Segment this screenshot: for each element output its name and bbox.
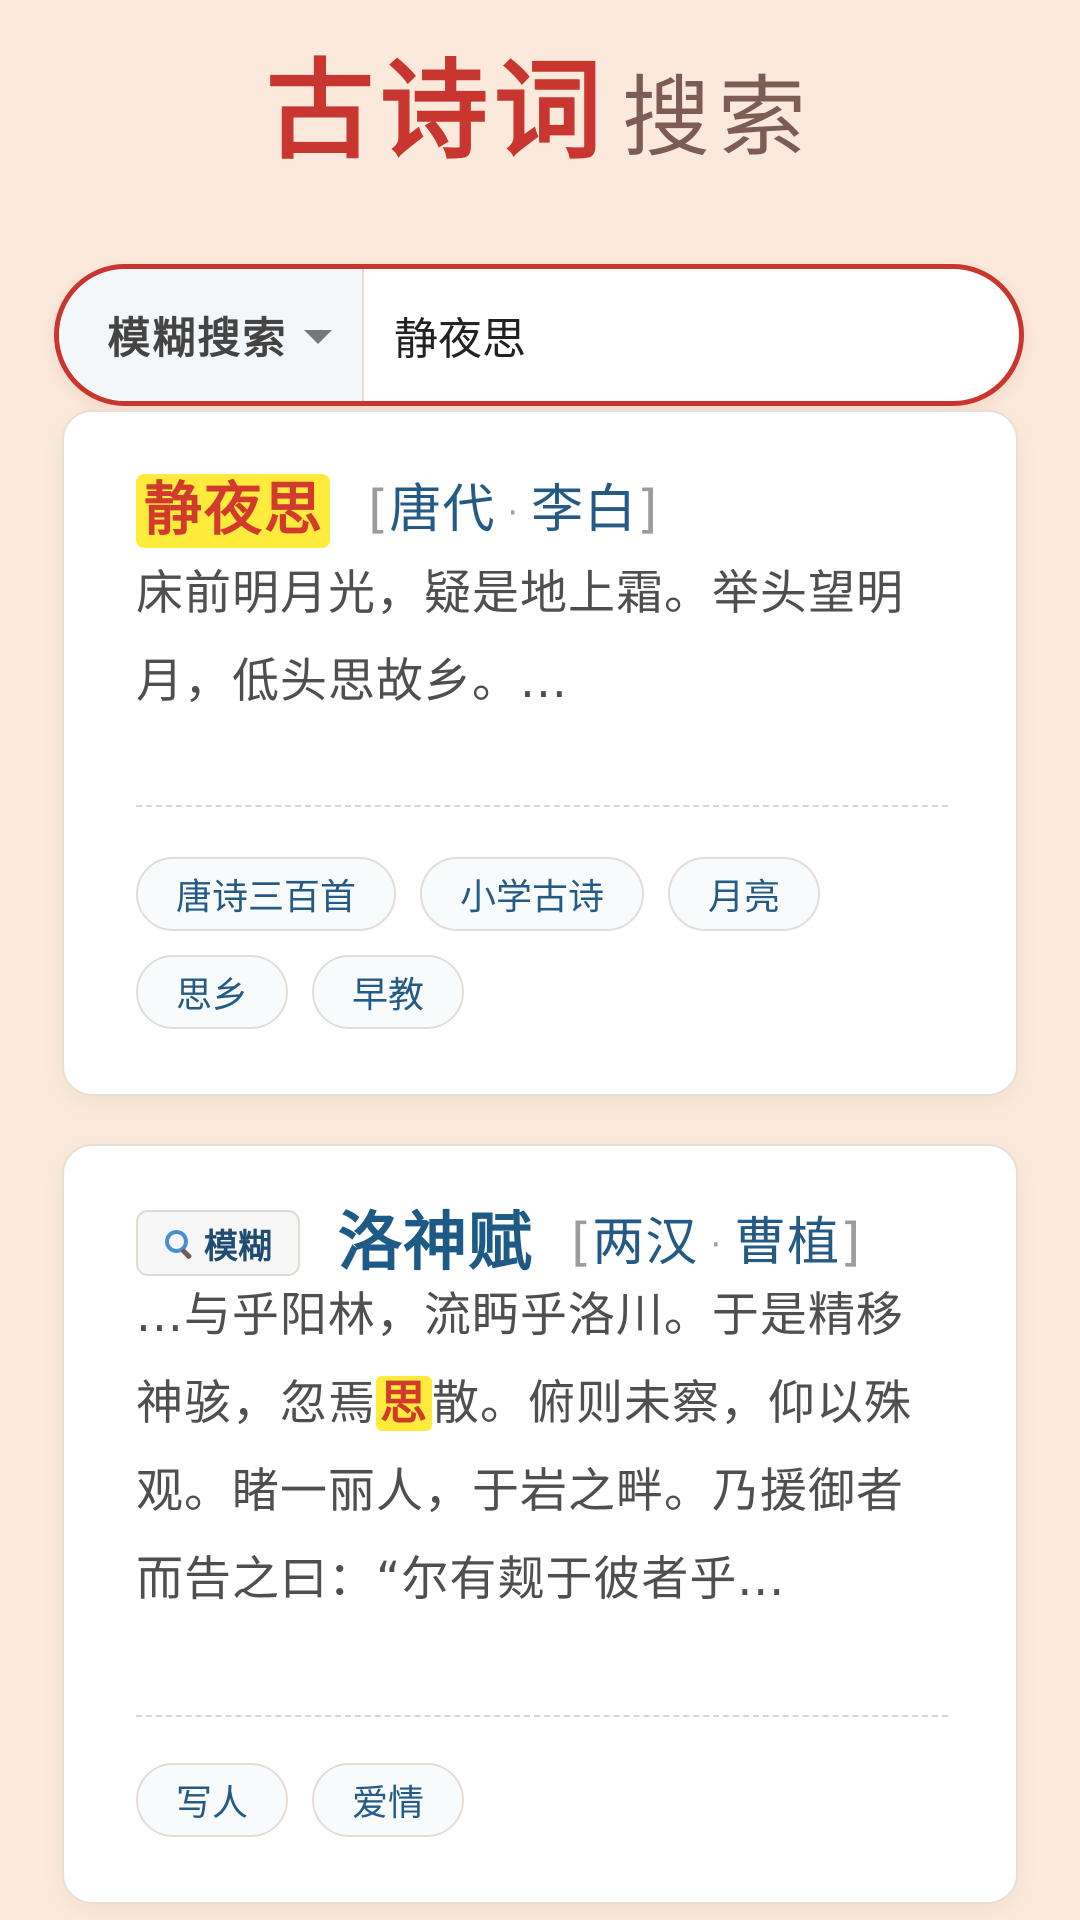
tag-chip[interactable]: 爱情 xyxy=(312,1763,465,1837)
search-mode-dropdown[interactable]: 模糊搜索 xyxy=(59,269,364,401)
result-card-jingyesi[interactable]: 静夜思 [唐代 · 李白] 床前明月光，疑是地上霜。举头望明月，低头思故乡。... … xyxy=(62,410,1018,1096)
tag-chip[interactable]: 唐诗三百首 xyxy=(136,857,397,931)
result-excerpt: 床前明月光，疑是地上霜。举头望明月，低头思故乡。... xyxy=(136,566,904,709)
tag-chip[interactable]: 思乡 xyxy=(136,955,289,1029)
result-excerpt: ...与乎阳林，流眄乎洛川。于是精移神骇，忽焉思散。俯则未察，仰以殊观。睹一丽人… xyxy=(136,1272,948,1624)
result-divider xyxy=(136,805,948,807)
result-author[interactable]: 李白 xyxy=(531,480,637,540)
meta-close-bracket: ] xyxy=(637,480,659,541)
meta-separator: · xyxy=(507,492,520,533)
result-title[interactable]: 静夜思 xyxy=(136,474,331,548)
tag-list: 唐诗三百首 小学古诗 月亮 思乡 早教 xyxy=(136,857,966,1029)
search-mode-label: 模糊搜索 xyxy=(107,314,288,364)
magnifier-icon xyxy=(164,1229,192,1257)
tag-chip[interactable]: 早教 xyxy=(312,955,465,1029)
result-header: 静夜思 [唐代 · 李白] xyxy=(136,474,658,548)
result-dynasty[interactable]: 唐代 xyxy=(389,480,495,540)
result-meta: [两汉 · 曹植] xyxy=(571,1212,862,1273)
tag-chip[interactable]: 月亮 xyxy=(668,857,821,931)
meta-close-bracket: ] xyxy=(840,1212,862,1273)
search-input[interactable] xyxy=(364,269,1019,401)
search-bar: 模糊搜索 xyxy=(54,264,1024,406)
excerpt-highlight: 思 xyxy=(376,1376,432,1431)
meta-separator: · xyxy=(710,1224,723,1265)
tag-chip[interactable]: 写人 xyxy=(136,1763,289,1837)
tag-list: 写人 爱情 xyxy=(136,1763,966,1837)
page-title-main: 古诗词 xyxy=(265,49,608,174)
result-dynasty[interactable]: 两汉 xyxy=(592,1213,698,1273)
result-meta: [唐代 · 李白] xyxy=(368,482,658,539)
fuzzy-badge-label: 模糊 xyxy=(204,1226,272,1267)
search-page: 古诗词搜索 模糊搜索 静夜思 [唐代·李白] 床前明月光，疑是地上霜。举头望明月… xyxy=(0,0,1080,1920)
result-divider xyxy=(136,1715,948,1717)
tag-chip[interactable]: 小学古诗 xyxy=(420,857,645,931)
meta-open-bracket: [ xyxy=(368,480,390,541)
page-title-sub: 搜索 xyxy=(622,66,815,169)
result-header: 模糊 洛神赋 [两汉 · 曹植] xyxy=(136,1208,861,1278)
result-author[interactable]: 曹植 xyxy=(734,1213,840,1273)
fuzzy-match-badge: 模糊 xyxy=(136,1210,300,1277)
chevron-down-icon xyxy=(303,330,332,344)
page-title: 古诗词 搜索 xyxy=(0,58,1080,166)
result-card-luoshenfu[interactable]: 模糊 洛神赋 [两汉 · 曹植] ...与乎阳林，流眄乎洛川。于是精移神骇，忽焉思散… xyxy=(62,1144,1018,1904)
result-title[interactable]: 洛神赋 xyxy=(338,1208,533,1279)
meta-open-bracket: [ xyxy=(571,1212,593,1273)
